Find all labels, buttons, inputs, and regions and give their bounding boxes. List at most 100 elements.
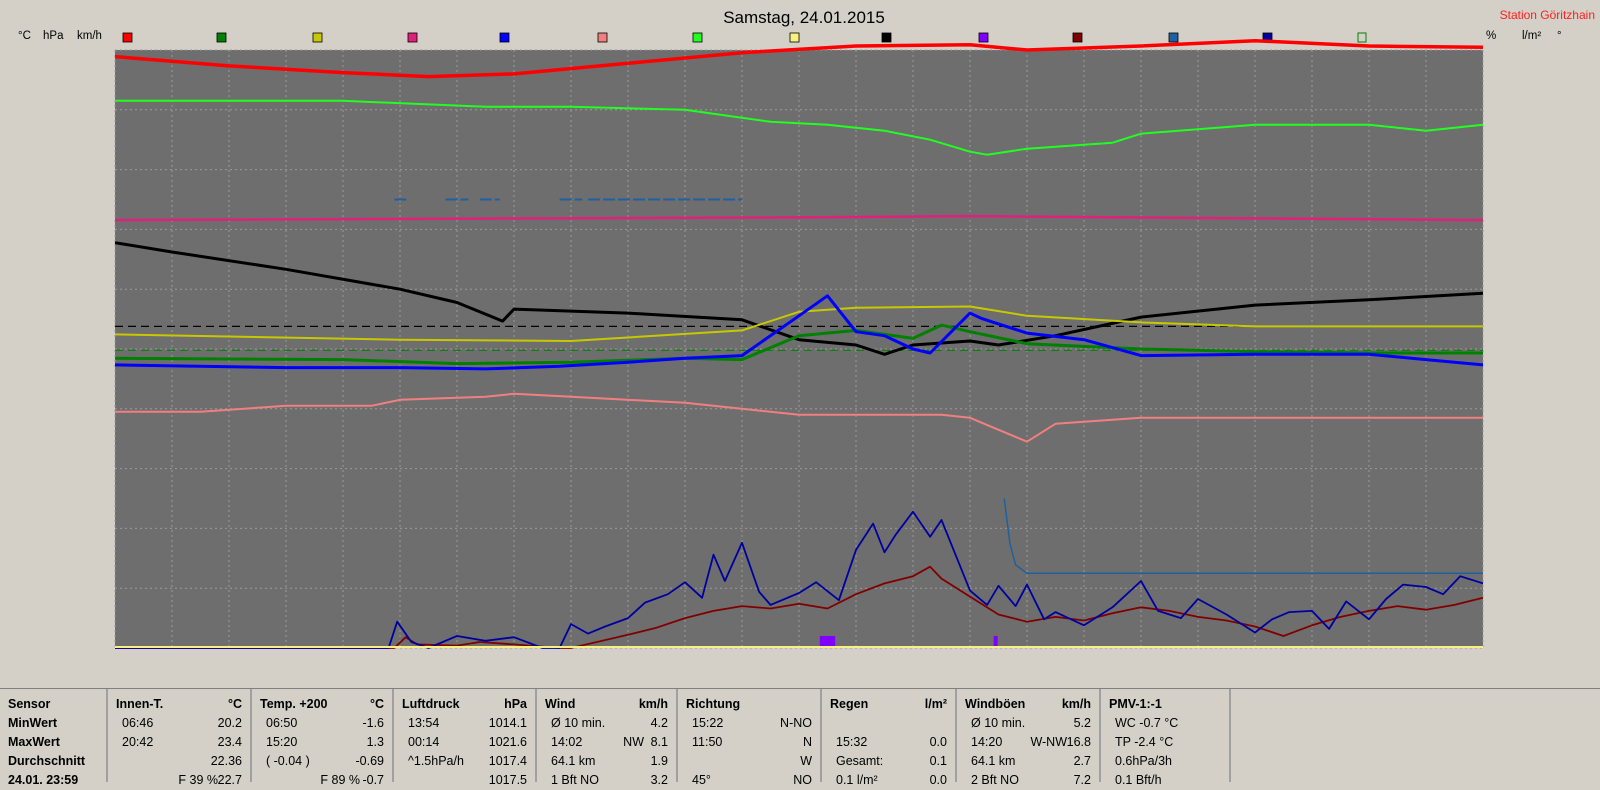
stats-header-label: Innen-T. xyxy=(116,697,164,711)
stats-row: 64.1 km 1.9 xyxy=(545,752,668,771)
stats-cell-label: 00:14 xyxy=(408,735,440,749)
stats-cell-label: 15:22 xyxy=(692,716,724,730)
stats-cell-value: -0.69 xyxy=(355,754,385,768)
legend-swatch xyxy=(1072,32,1083,43)
stats-row: TP -2.4 °C xyxy=(1109,733,1221,752)
stats-row: 22.36 xyxy=(116,752,242,771)
stats-header-unit: hPa xyxy=(504,697,527,711)
legend-swatch xyxy=(499,32,510,43)
stats-header-label: Wind xyxy=(545,697,576,711)
unit-direction: ° xyxy=(1557,30,1562,42)
stats-cell-label: Durchschnitt xyxy=(8,754,86,768)
legend-swatch xyxy=(407,32,418,43)
stats-header-unit: °C xyxy=(369,697,384,711)
stats-header: Innen-T. °C xyxy=(116,695,242,714)
stats-cell-value: 1.9 xyxy=(650,754,668,768)
stats-row: Ø 10 min. 4.2 xyxy=(545,714,668,733)
legend-swatch xyxy=(312,32,323,43)
stats-cell-value: N-NO xyxy=(780,716,812,730)
stats-cell-value: W xyxy=(800,754,812,768)
stats-row: ^1.5hPa/h 1017.4 xyxy=(402,752,527,771)
stats-cell-label: MinWert xyxy=(8,716,58,730)
stats-header-label: Windböen xyxy=(965,697,1026,711)
unit-kmh: km/h xyxy=(77,30,102,42)
chart-svg: Samstag, 24.01.2015 Station Göritzhain °… xyxy=(18,8,1595,649)
unit-percent: % xyxy=(1486,30,1496,42)
stats-cell-label: 15:32 xyxy=(836,735,868,749)
stats-cell-value: 5.2 xyxy=(1073,716,1091,730)
stats-column: Richtung 15:22 N-NO 11:50 N W 45° NO xyxy=(678,689,822,787)
stats-row: 15:22 N-NO xyxy=(686,714,812,733)
stats-column: Luftdruck hPa 13:54 1014.1 00:14 1021.6 ^1.5hP… xyxy=(394,689,537,787)
legend-swatch xyxy=(692,32,703,43)
stats-cell-label: MaxWert xyxy=(8,735,60,749)
stats-cell-label: Ø 10 min. xyxy=(971,716,1026,730)
stats-header: Luftdruck hPa xyxy=(402,695,527,714)
stats-cell-value: 20.2 xyxy=(217,716,242,730)
stats-cell-extra: W-NW xyxy=(1030,735,1067,749)
stats-row: W xyxy=(686,752,812,771)
stats-row: 00:14 1021.6 xyxy=(402,733,527,752)
stats-column: Wind km/h Ø 10 min. 4.2 14:02 NW 8.1 64.1 km 1.9… xyxy=(537,689,678,787)
stats-header-label: Sensor xyxy=(8,697,51,711)
stats-header: PMV-1:-1 xyxy=(1109,695,1221,714)
stats-header-unit: km/h xyxy=(638,697,668,711)
stats-panel: Sensor MinWert MaxWert Durchschnitt 24.01. 2… xyxy=(0,688,1600,787)
stats-cell-label: TP -2.4 °C xyxy=(1115,735,1174,749)
stats-cell-label: WC -0.7 °C xyxy=(1115,716,1179,730)
stats-header-label: Richtung xyxy=(686,697,741,711)
stats-cell-value: 22.36 xyxy=(210,754,242,768)
stats-cell-value: 8.1 xyxy=(650,735,668,749)
stats-cell-label: 0.6hPa/3h xyxy=(1115,754,1172,768)
stats-header: Regen l/m² xyxy=(830,695,947,714)
legend-swatch xyxy=(1168,32,1179,43)
stats-row: 15:32 0.0 xyxy=(830,733,947,752)
stats-row: 06:50 -1.6 xyxy=(260,714,384,733)
stats-column: Temp. +200 °C 06:50 -1.6 15:20 1.3 ( -0.04 ) -0… xyxy=(252,689,394,787)
stats-row: 06:46 20.2 xyxy=(116,714,242,733)
stats-cell-value: 1.3 xyxy=(366,735,384,749)
stats-row: Durchschnitt xyxy=(8,752,98,771)
stats-row: 15:20 1.3 xyxy=(260,733,384,752)
legend-swatch xyxy=(978,32,989,43)
stats-column: Innen-T. °C 06:46 20.2 20:42 23.4 22.36 F 39 % 2… xyxy=(108,689,252,787)
stats-header: Wind km/h xyxy=(545,695,668,714)
stats-cell-value: 1021.6 xyxy=(488,735,527,749)
stats-cell-value: 0.1 xyxy=(929,754,947,768)
stats-header: Sensor xyxy=(8,695,98,714)
stats-row: 20:42 23.4 xyxy=(116,733,242,752)
unit-celsius: °C xyxy=(18,30,31,42)
legend-swatch xyxy=(597,32,608,43)
stats-cell-value: 4.2 xyxy=(650,716,668,730)
stats-cell-label: Ø 10 min. xyxy=(551,716,606,730)
stats-cell-value: N xyxy=(802,735,812,749)
stats-cell-label: ( -0.04 ) xyxy=(266,754,310,768)
stats-cell-value: 1017.4 xyxy=(488,754,527,768)
stats-row: 14:02 NW 8.1 xyxy=(545,733,668,752)
legend-swatch xyxy=(881,32,892,43)
stats-row: MinWert xyxy=(8,714,98,733)
stats-header-unit: °C xyxy=(227,697,242,711)
stats-column: Windböen km/h Ø 10 min. 5.2 14:20 W-NW 16.8 64.… xyxy=(957,689,1101,787)
stats-row: MaxWert xyxy=(8,733,98,752)
stats-cell-extra: NW xyxy=(623,735,644,749)
stats-cell-label: 06:46 xyxy=(122,716,154,730)
stats-row: 0.6hPa/3h xyxy=(1109,752,1221,771)
stats-cell-value: 0.0 xyxy=(929,735,947,749)
stats-row: 64.1 km 2.7 xyxy=(965,752,1091,771)
stats-row xyxy=(830,714,947,733)
unit-rain: l/m² xyxy=(1522,30,1541,42)
stats-row: 14:20 W-NW 16.8 xyxy=(965,733,1091,752)
stats-cell-label: 64.1 km xyxy=(971,754,1016,768)
stats-row: ( -0.04 ) -0.69 xyxy=(260,752,384,771)
stats-cell-label: Gesamt: xyxy=(836,754,884,768)
stats-cell-label: 14:02 xyxy=(551,735,583,749)
stats-row: Ø 10 min. 5.2 xyxy=(965,714,1091,733)
stats-header: Temp. +200 °C xyxy=(260,695,384,714)
stats-cell-label: 06:50 xyxy=(266,716,298,730)
weather-chart: Samstag, 24.01.2015 Station Göritzhain °… xyxy=(0,0,1600,688)
stats-row: Gesamt: 0.1 xyxy=(830,752,947,771)
stats-cell-label: 13:54 xyxy=(408,716,440,730)
stats-header: Richtung xyxy=(686,695,812,714)
chart-title: Samstag, 24.01.2015 xyxy=(723,8,885,27)
